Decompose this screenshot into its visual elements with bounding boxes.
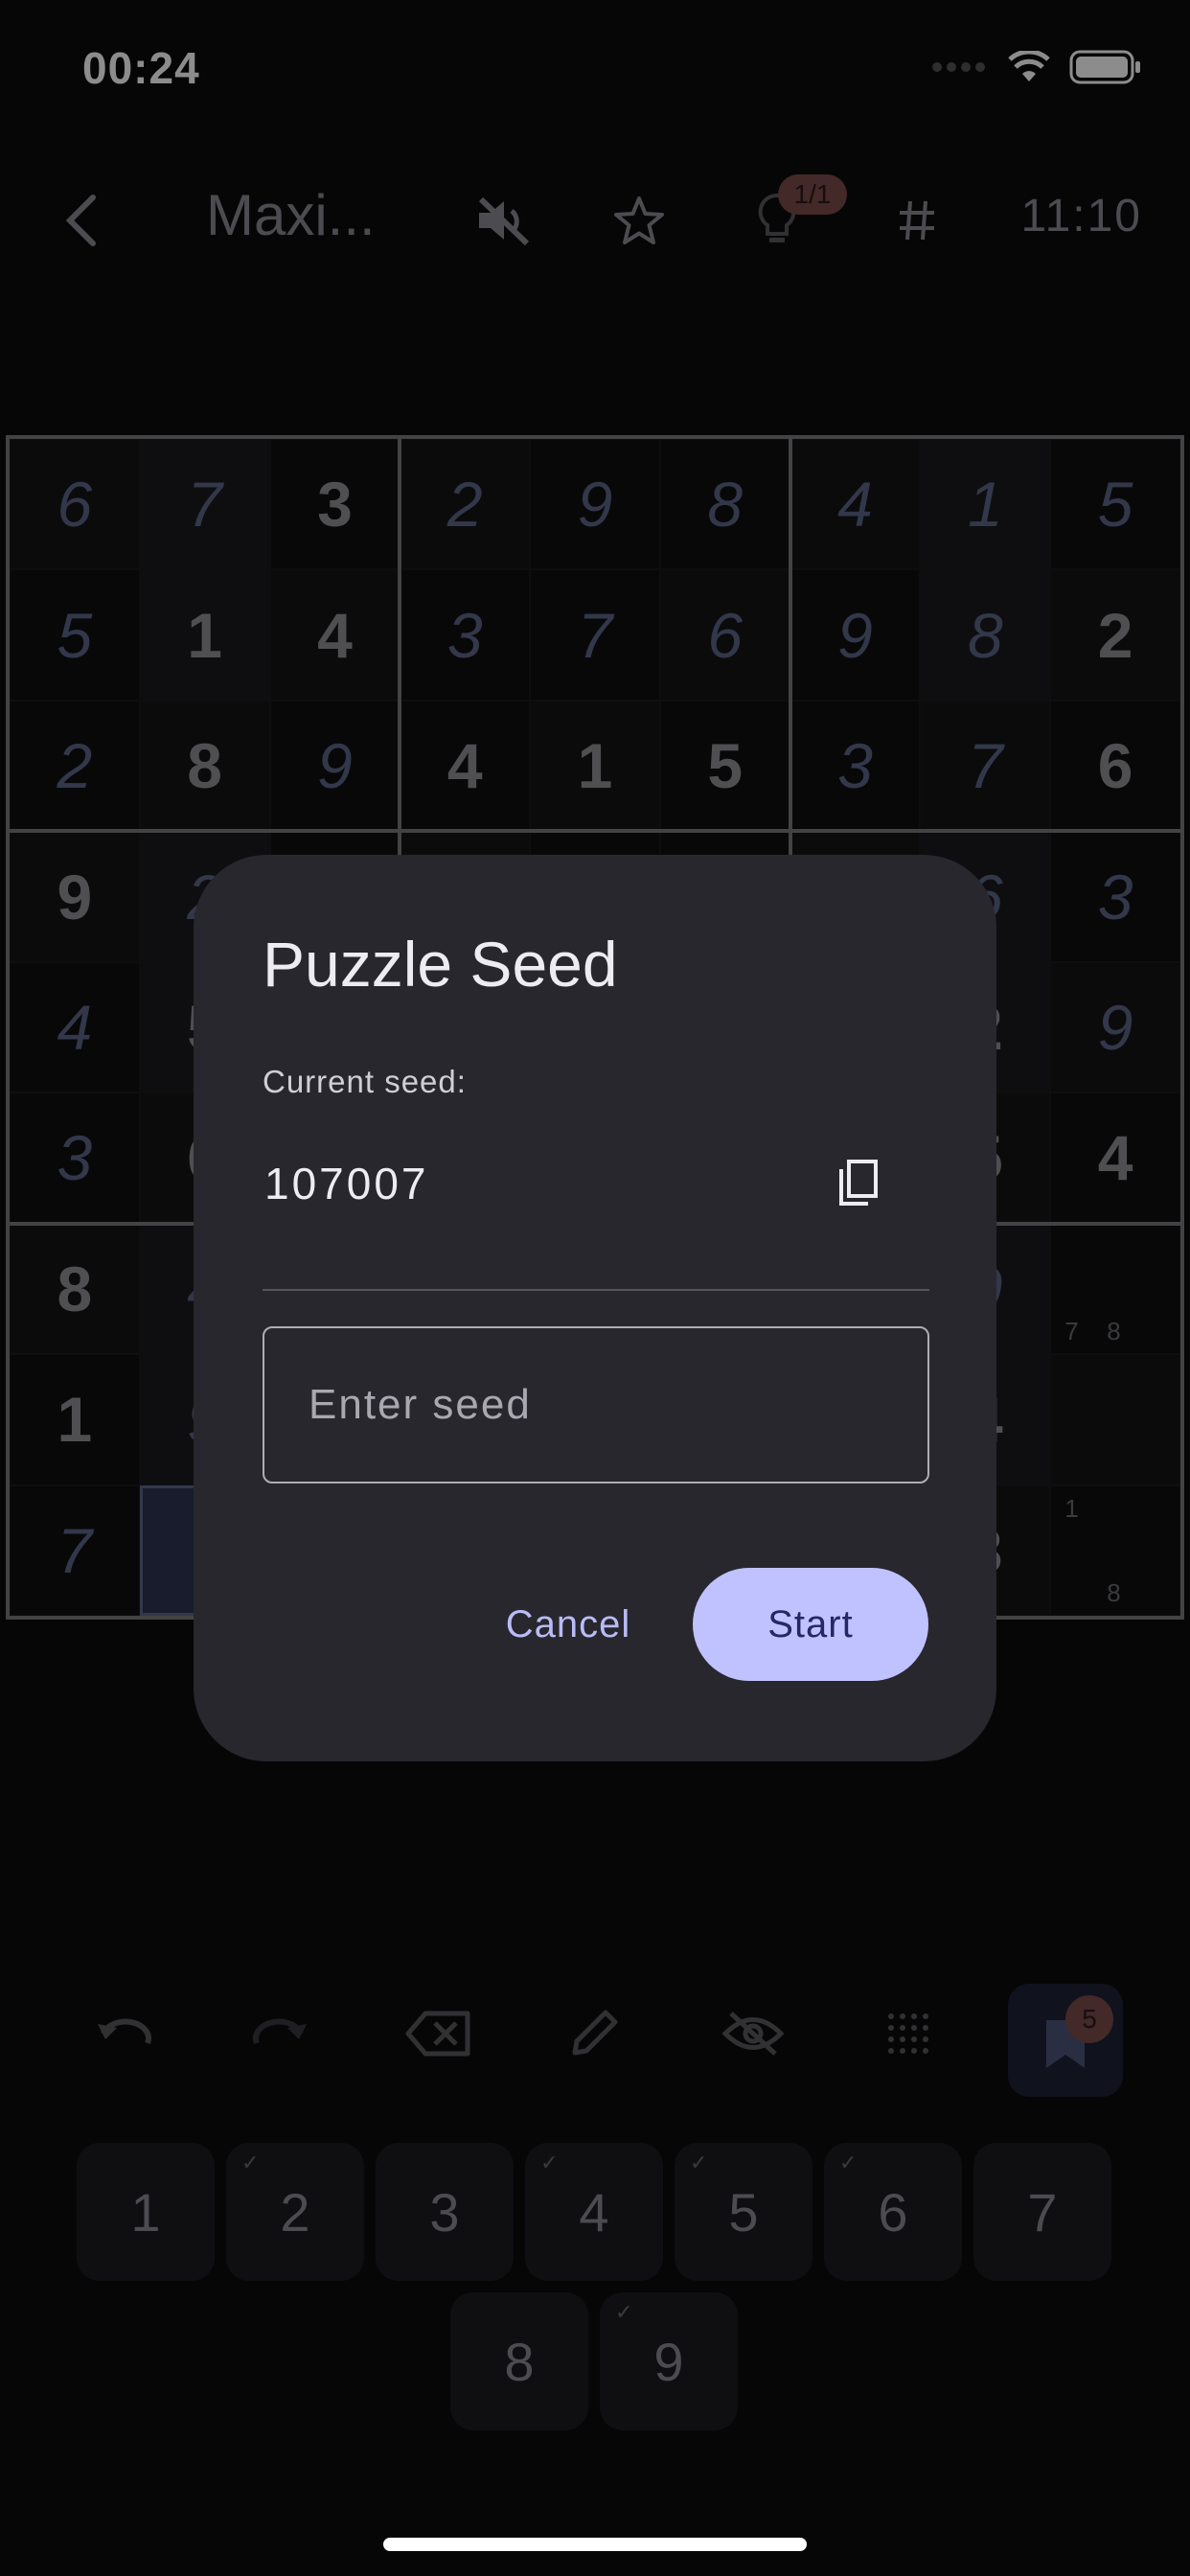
current-seed-value: 107007 [264, 1159, 429, 1208]
current-seed-label: Current seed: [263, 1064, 467, 1099]
start-button[interactable]: Start [693, 1568, 928, 1681]
cancel-button[interactable]: Cancel [477, 1568, 659, 1681]
dialog-title: Puzzle Seed [263, 929, 618, 1000]
copy-icon [839, 1160, 878, 1206]
home-indicator [383, 2538, 807, 2551]
dialog-divider [263, 1289, 929, 1291]
copy-seed-button[interactable] [830, 1156, 887, 1213]
seed-input[interactable] [263, 1326, 929, 1484]
